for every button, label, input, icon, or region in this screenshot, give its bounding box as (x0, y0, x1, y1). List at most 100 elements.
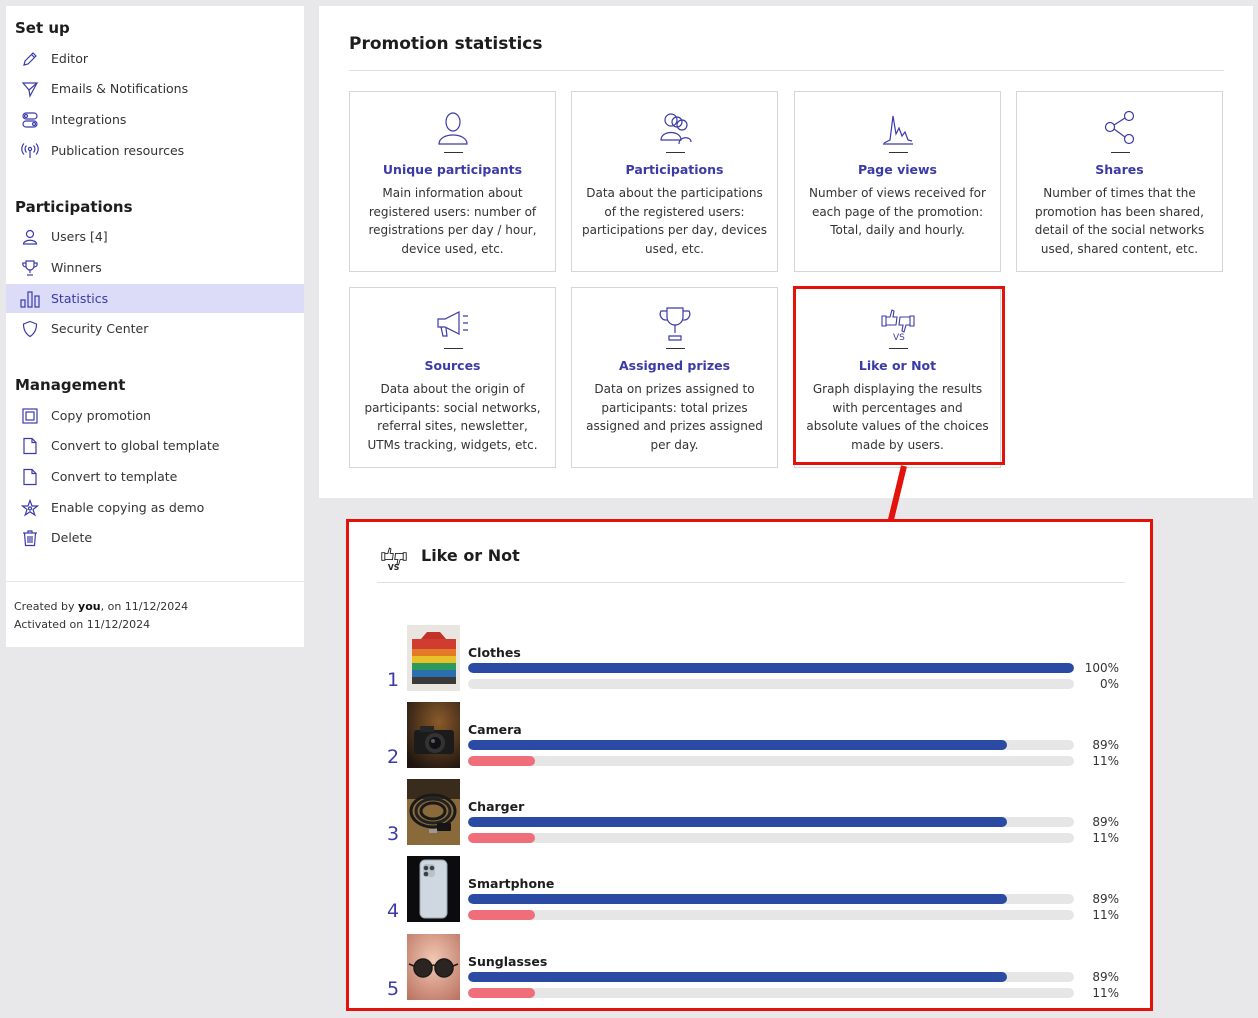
card-dash (444, 152, 463, 153)
like-bar-fill (468, 663, 1074, 673)
sidebar: Set up Editor Emails & Notifications Int… (6, 6, 304, 647)
like-percentage: 89% (1092, 815, 1119, 829)
card-assigned-prizes[interactable]: Assigned prizes Data on prizes assigned … (571, 287, 778, 468)
sidebar-item-copy-promotion[interactable]: Copy promotion (6, 401, 304, 430)
product-name: Clothes (468, 645, 521, 660)
card-dash (666, 348, 685, 349)
created-user: you (78, 600, 101, 613)
like-percentage: 89% (1092, 892, 1119, 906)
card-unique-participants[interactable]: Unique participants Main information abo… (349, 91, 556, 272)
sidebar-item-users[interactable]: Users [4] (6, 222, 304, 251)
list-item: 5 Sunglasses 89% 11% (349, 934, 1149, 1000)
rank-number: 1 (387, 669, 400, 691)
list-item: 2 Camera 89% 11% (349, 702, 1149, 768)
card-title: Assigned prizes (618, 358, 731, 373)
megaphone-icon (350, 306, 555, 342)
dislike-bar-track (468, 756, 1074, 766)
trash-icon (20, 528, 40, 548)
folded-clothes-image (407, 625, 460, 691)
created-date: , on 11/12/2024 (100, 600, 189, 613)
sidebar-item-label: Integrations (51, 112, 127, 127)
like-percentage: 89% (1092, 970, 1119, 984)
promotion-statistics-panel: Promotion statistics Unique participants… (319, 6, 1253, 498)
sidebar-item-label: Users [4] (51, 229, 108, 244)
sidebar-item-publication[interactable]: Publication resources (6, 136, 304, 165)
bar-chart-icon (20, 289, 40, 309)
like-or-not-title: Like or Not (421, 546, 520, 565)
toggle-icon (20, 110, 40, 130)
sidebar-item-label: Delete (51, 530, 93, 545)
like-or-not-divider (377, 582, 1125, 583)
sidebar-item-security[interactable]: Security Center (6, 314, 304, 343)
thumbs-vs-icon: VS (380, 545, 408, 575)
created-info: Created by you, on 11/12/2024 Activated … (14, 598, 188, 634)
card-title: Sources (424, 358, 481, 373)
like-bar-track (468, 663, 1074, 673)
sidebar-item-statistics[interactable]: Statistics (6, 284, 304, 313)
card-description: Data about the participations of the reg… (582, 186, 768, 256)
like-bar-fill (468, 894, 1008, 904)
page-title: Promotion statistics (349, 34, 543, 54)
dislike-bar-track (468, 988, 1074, 998)
broadcast-icon (20, 141, 40, 161)
sidebar-item-convert-template[interactable]: Convert to template (6, 462, 304, 491)
sidebar-divider (6, 581, 304, 582)
shield-icon (20, 319, 40, 339)
dislike-percentage: 11% (1092, 831, 1119, 845)
product-name: Camera (468, 722, 522, 737)
document-icon (20, 436, 40, 456)
card-participations[interactable]: Participations Data about the participat… (571, 91, 778, 272)
title-divider (349, 70, 1224, 71)
card-description: Data about the origin of participants: s… (364, 382, 541, 452)
like-bar-track (468, 817, 1074, 827)
user-icon (350, 110, 555, 146)
charger-cable-image (407, 779, 460, 845)
sidebar-item-label: Emails & Notifications (51, 81, 189, 96)
sidebar-item-label: Statistics (51, 291, 109, 306)
list-item: 3 Charger 89% 11% (349, 779, 1149, 845)
card-dash (889, 152, 908, 153)
highlight-box-card (793, 286, 1005, 465)
star-icon (20, 498, 40, 518)
card-sources[interactable]: Sources Data about the origin of partici… (349, 287, 556, 468)
pencil-icon (20, 49, 40, 69)
sidebar-item-emails[interactable]: Emails & Notifications (6, 74, 304, 103)
dislike-bar-track (468, 833, 1074, 843)
sidebar-item-label: Convert to global template (51, 438, 220, 453)
card-dash (666, 152, 685, 153)
dislike-bar-track (468, 910, 1074, 920)
rank-number: 3 (387, 823, 400, 845)
card-dash (444, 348, 463, 349)
sidebar-item-enable-demo[interactable]: Enable copying as demo (6, 493, 304, 522)
like-bar-fill (468, 972, 1008, 982)
users-icon (572, 110, 777, 146)
card-description: Main information about registered users:… (368, 186, 537, 256)
camera-image (407, 702, 460, 768)
like-bar-track (468, 894, 1074, 904)
dislike-percentage: 11% (1092, 754, 1119, 768)
sidebar-item-editor[interactable]: Editor (6, 44, 304, 73)
list-item: 4 Smartphone 89% 11% (349, 856, 1149, 922)
sidebar-item-integrations[interactable]: Integrations (6, 105, 304, 134)
participations-title: Participations (15, 198, 133, 216)
card-shares[interactable]: Shares Number of times that the promotio… (1016, 91, 1223, 272)
trophy-icon (572, 306, 777, 342)
card-title: Participations (625, 162, 724, 177)
dislike-bar-fill (468, 910, 535, 920)
document-icon (20, 467, 40, 487)
sidebar-item-label: Editor (51, 51, 88, 66)
card-dash (1111, 152, 1130, 153)
sidebar-item-convert-global[interactable]: Convert to global template (6, 431, 304, 460)
sidebar-item-winners[interactable]: Winners (6, 253, 304, 282)
like-bar-track (468, 740, 1074, 750)
dislike-percentage: 11% (1092, 908, 1119, 922)
sidebar-item-label: Enable copying as demo (51, 500, 205, 515)
card-page-views[interactable]: Page views Number of views received for … (794, 91, 1001, 272)
card-title: Unique participants (382, 162, 523, 177)
sidebar-item-delete[interactable]: Delete (6, 523, 304, 552)
rank-number: 2 (387, 746, 400, 768)
dislike-percentage: 11% (1092, 986, 1119, 1000)
rank-number: 4 (387, 900, 400, 922)
user-icon (20, 227, 40, 247)
product-name: Smartphone (468, 876, 555, 891)
